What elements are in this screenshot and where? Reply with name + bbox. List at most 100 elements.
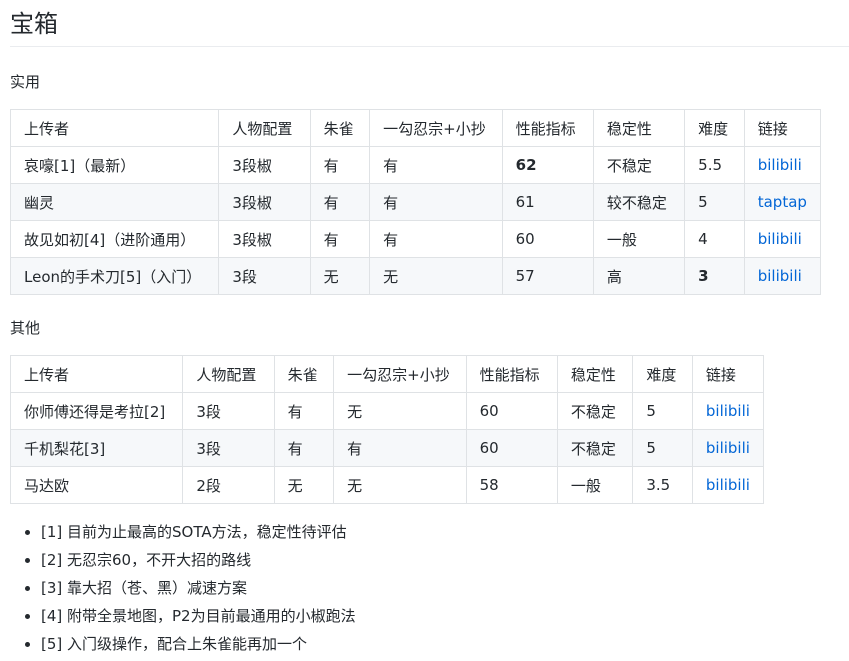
- difficulty-cell: 5: [632, 392, 693, 430]
- zhuque-cell: 无: [309, 257, 371, 295]
- link-cell: bilibili: [691, 466, 765, 504]
- column-header: 稳定性: [592, 109, 686, 147]
- footnotes-list: [1] 目前为止最高的SOTA方法，稳定性待评估 [2] 无忍宗60，不开大招的…: [10, 518, 849, 658]
- uploader-cell: 你师傅还得是考拉[2]: [9, 392, 184, 430]
- score-cell: 58: [465, 466, 558, 504]
- difficulty-cell: 5.5: [684, 146, 745, 184]
- column-header: 人物配置: [182, 355, 275, 393]
- ninja-cell: 有: [369, 220, 503, 258]
- score-cell: 60: [465, 392, 558, 430]
- footnote-item: [2] 无忍宗60，不开大招的路线: [41, 546, 849, 574]
- uploader-cell: 故见如初[4]（进阶通用）: [9, 220, 220, 258]
- table-row: 幽灵 3段椒 有 有 61 较不稳定 5 taptap: [9, 183, 822, 221]
- taptap-link[interactable]: taptap: [758, 193, 807, 211]
- ninja-cell: 无: [333, 392, 467, 430]
- config-cell: 3段: [182, 429, 275, 467]
- stability-cell: 一般: [592, 220, 686, 258]
- uploader-cell: 马达欧: [9, 466, 184, 504]
- column-header: 朱雀: [273, 355, 335, 393]
- zhuque-cell: 有: [273, 392, 335, 430]
- ninja-cell: 无: [369, 257, 503, 295]
- link-cell: bilibili: [743, 257, 822, 295]
- column-header: 链接: [691, 355, 765, 393]
- table-row: 哀嚎[1]（最新） 3段椒 有 有 62 不稳定 5.5 bilibili: [9, 146, 822, 184]
- link-cell: bilibili: [743, 220, 822, 258]
- uploader-cell: 哀嚎[1]（最新）: [9, 146, 220, 184]
- stability-cell: 不稳定: [556, 429, 634, 467]
- practical-table: 上传者 人物配置 朱雀 一勾忍宗+小抄 性能指标 稳定性 难度 链接 哀嚎[1]…: [9, 109, 822, 295]
- table-row: 马达欧 2段 无 无 58 一般 3.5 bilibili: [9, 466, 765, 504]
- column-header: 上传者: [9, 109, 220, 147]
- config-cell: 2段: [182, 466, 275, 504]
- table-row: 千机梨花[3] 3段 有 有 60 不稳定 5 bilibili: [9, 429, 765, 467]
- link-cell: bilibili: [743, 146, 822, 184]
- difficulty-cell: 3.5: [632, 466, 693, 504]
- stability-cell: 不稳定: [556, 392, 634, 430]
- uploader-cell: Leon的手术刀[5]（入门）: [9, 257, 220, 295]
- other-table: 上传者 人物配置 朱雀 一勾忍宗+小抄 性能指标 稳定性 难度 链接 你师傅还得…: [9, 355, 765, 504]
- column-header: 链接: [743, 109, 822, 147]
- link-cell: taptap: [743, 183, 822, 221]
- zhuque-cell: 有: [273, 429, 335, 467]
- column-header: 稳定性: [556, 355, 634, 393]
- score-cell: 61: [501, 183, 594, 221]
- column-header: 难度: [684, 109, 745, 147]
- column-header: 性能指标: [501, 109, 594, 147]
- stability-cell: 高: [592, 257, 686, 295]
- difficulty-cell: 5: [684, 183, 745, 221]
- bilibili-link[interactable]: bilibili: [706, 439, 750, 457]
- bilibili-link[interactable]: bilibili: [706, 476, 750, 494]
- ninja-cell: 有: [333, 429, 467, 467]
- footnote-item: [4] 附带全景地图，P2为目前最通用的小椒跑法: [41, 602, 849, 630]
- difficulty-cell: 5: [632, 429, 693, 467]
- zhuque-cell: 有: [309, 146, 371, 184]
- page: 宝箱 实用 上传者 人物配置 朱雀 一勾忍宗+小抄 性能指标 稳定性 难度 链接…: [9, 0, 849, 658]
- config-cell: 3段椒: [218, 183, 311, 221]
- score-cell: 62: [501, 146, 594, 184]
- link-cell: bilibili: [691, 392, 765, 430]
- footnote-item: [3] 靠大招（苍、黑）减速方案: [41, 574, 849, 602]
- difficulty-cell: 4: [684, 220, 745, 258]
- ninja-cell: 有: [369, 183, 503, 221]
- config-cell: 3段: [182, 392, 275, 430]
- bilibili-link[interactable]: bilibili: [758, 267, 802, 285]
- column-header: 性能指标: [465, 355, 558, 393]
- column-header: 一勾忍宗+小抄: [333, 355, 467, 393]
- footnote-item: [1] 目前为止最高的SOTA方法，稳定性待评估: [41, 518, 849, 546]
- bilibili-link[interactable]: bilibili: [706, 402, 750, 420]
- column-header: 难度: [632, 355, 693, 393]
- config-cell: 3段椒: [218, 146, 311, 184]
- score-cell: 60: [465, 429, 558, 467]
- zhuque-cell: 有: [309, 183, 371, 221]
- score-cell: 60: [501, 220, 594, 258]
- uploader-cell: 千机梨花[3]: [9, 429, 184, 467]
- uploader-cell: 幽灵: [9, 183, 220, 221]
- section-label-other: 其他: [10, 319, 41, 337]
- column-header: 人物配置: [218, 109, 311, 147]
- bilibili-link[interactable]: bilibili: [758, 156, 802, 174]
- bilibili-link[interactable]: bilibili: [758, 230, 802, 248]
- section-label-practical: 实用: [10, 73, 41, 91]
- score-cell: 57: [501, 257, 594, 295]
- page-title: 宝箱: [10, 8, 849, 47]
- ninja-cell: 有: [369, 146, 503, 184]
- column-header: 上传者: [9, 355, 184, 393]
- table-row: 故见如初[4]（进阶通用） 3段椒 有 有 60 一般 4 bilibili: [9, 220, 822, 258]
- zhuque-cell: 有: [309, 220, 371, 258]
- stability-cell: 一般: [556, 466, 634, 504]
- stability-cell: 较不稳定: [592, 183, 686, 221]
- ninja-cell: 无: [333, 466, 467, 504]
- link-cell: bilibili: [691, 429, 765, 467]
- column-header: 一勾忍宗+小抄: [369, 109, 503, 147]
- column-header: 朱雀: [309, 109, 371, 147]
- stability-cell: 不稳定: [592, 146, 686, 184]
- table-header-row: 上传者 人物配置 朱雀 一勾忍宗+小抄 性能指标 稳定性 难度 链接: [9, 355, 765, 393]
- zhuque-cell: 无: [273, 466, 335, 504]
- footnote-item: [5] 入门级操作，配合上朱雀能再加一个: [41, 630, 849, 658]
- config-cell: 3段: [218, 257, 311, 295]
- table-header-row: 上传者 人物配置 朱雀 一勾忍宗+小抄 性能指标 稳定性 难度 链接: [9, 109, 822, 147]
- config-cell: 3段椒: [218, 220, 311, 258]
- table-row: Leon的手术刀[5]（入门） 3段 无 无 57 高 3 bilibili: [9, 257, 822, 295]
- table-row: 你师傅还得是考拉[2] 3段 有 无 60 不稳定 5 bilibili: [9, 392, 765, 430]
- difficulty-cell: 3: [684, 257, 745, 295]
